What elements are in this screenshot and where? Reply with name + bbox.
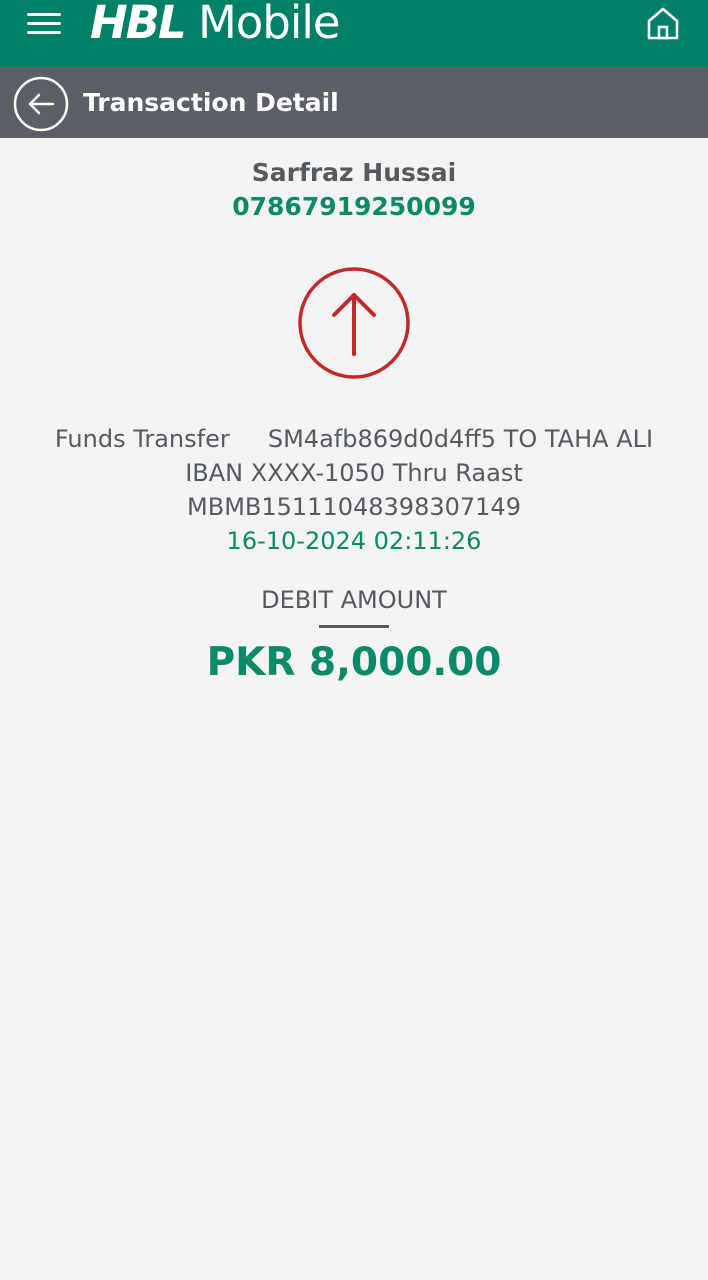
page-header: Transaction Detail — [0, 67, 708, 138]
payee-name: Sarfraz Hussai — [251, 158, 457, 187]
transaction-description-line: IBAN XXXX-1050 Thru Raast — [185, 459, 523, 487]
back-arrow-icon — [13, 76, 69, 132]
amount-label: DEBIT AMOUNT — [261, 586, 447, 614]
app-logo-brand: HBL — [90, 0, 187, 49]
transaction-description-line: MBMB15111048398307149 — [187, 493, 521, 521]
transaction-amount: PKR 8,000.00 — [206, 640, 502, 685]
home-icon[interactable] — [644, 4, 682, 42]
hamburger-menu-icon[interactable] — [27, 10, 63, 38]
amount-label-underline — [319, 625, 389, 628]
payee-account-number: 07867919250099 — [232, 192, 476, 221]
back-button[interactable] — [13, 76, 69, 132]
app-header: HBL Mobile — [0, 0, 708, 67]
transaction-datetime: 16-10-2024 02:11:26 — [226, 527, 482, 555]
app-logo: HBL Mobile — [90, 0, 341, 53]
app-logo-product: Mobile — [197, 0, 341, 49]
transaction-description-line: Funds Transfer SM4afb869d0d4ff5 TO TAHA … — [54, 425, 654, 453]
arrow-up-icon — [297, 266, 411, 380]
page-title: Transaction Detail — [83, 88, 339, 117]
